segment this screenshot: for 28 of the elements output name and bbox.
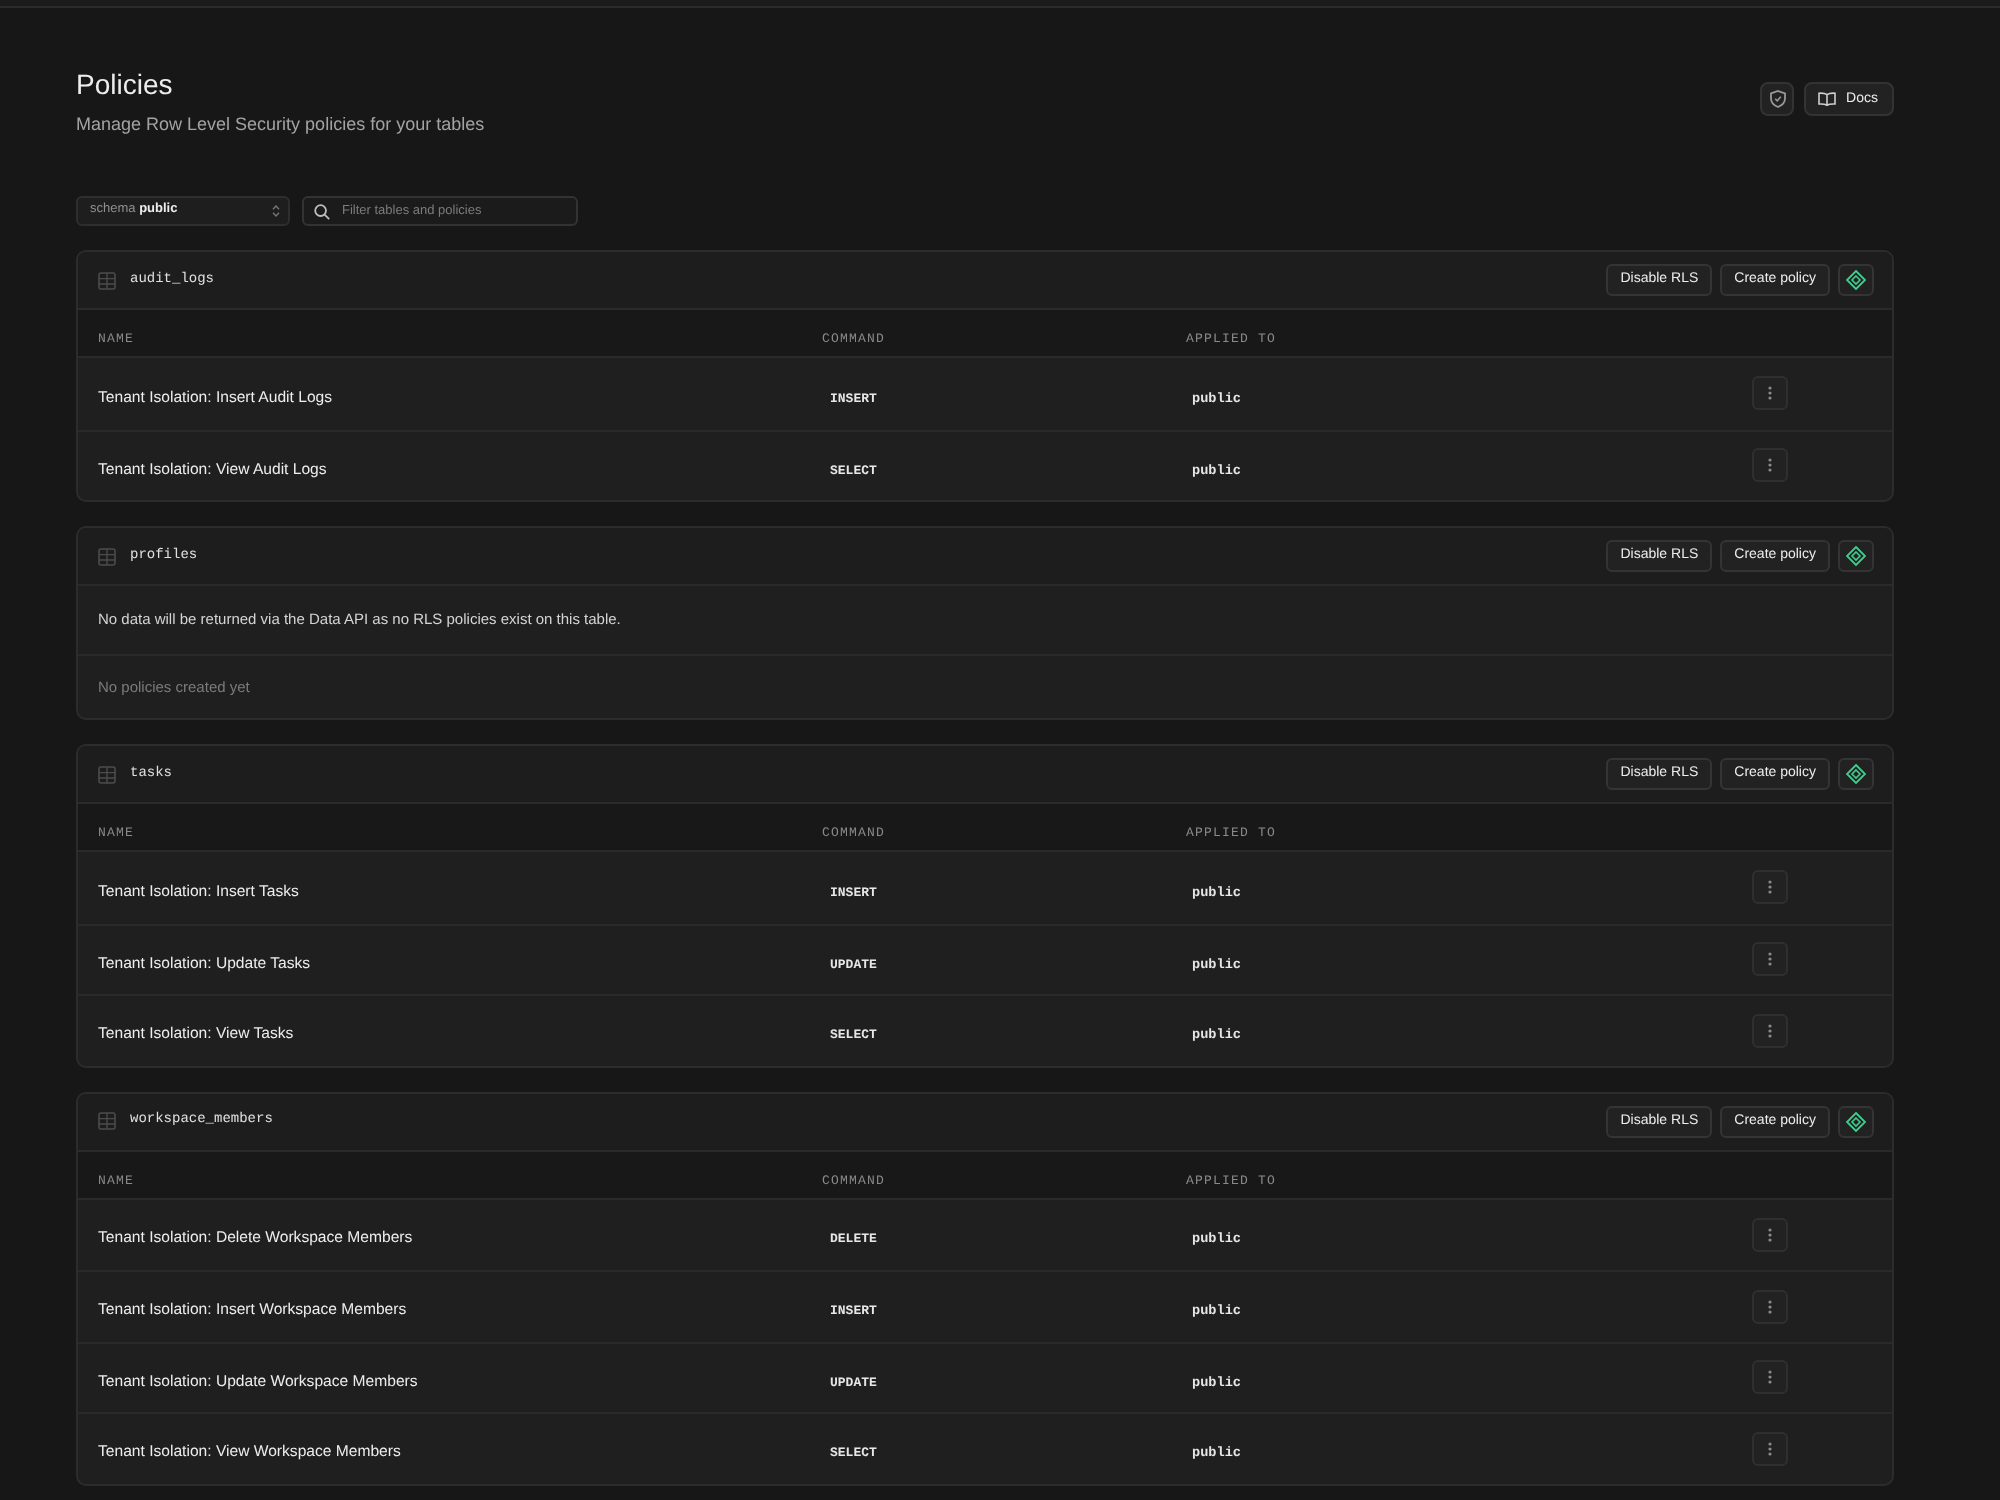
search-icon xyxy=(314,203,330,219)
table-grid-icon xyxy=(98,1112,116,1130)
table-grid-icon xyxy=(98,547,116,565)
more-options-button[interactable] xyxy=(1752,1013,1788,1048)
shield-icon xyxy=(1769,90,1786,108)
more-options-button[interactable] xyxy=(1752,870,1788,905)
more-options-button[interactable] xyxy=(1752,1289,1788,1324)
more-options-button[interactable] xyxy=(1752,942,1788,977)
more-options-button[interactable] xyxy=(1752,1360,1788,1395)
shield-button[interactable] xyxy=(1760,82,1795,116)
page-title: Policies xyxy=(76,68,175,100)
more-options-button[interactable] xyxy=(1752,1431,1788,1466)
diamond-button[interactable] xyxy=(1838,540,1874,572)
diamond-icon xyxy=(1846,270,1866,290)
chevron-up-down-icon xyxy=(272,204,280,218)
diamond-icon xyxy=(1846,764,1866,784)
more-options-button[interactable] xyxy=(1752,1217,1788,1252)
diamond-button[interactable] xyxy=(1838,1105,1874,1137)
diamond-button[interactable] xyxy=(1838,758,1874,790)
diamond-icon xyxy=(1846,1111,1866,1131)
book-icon xyxy=(1818,92,1837,106)
more-options-button[interactable] xyxy=(1752,448,1788,483)
page-subtitle: Manage Row Level Security policies for your tables xyxy=(76,112,485,136)
table-grid-icon xyxy=(98,765,116,783)
diamond-icon xyxy=(1846,546,1866,566)
more-options-button[interactable] xyxy=(1752,376,1788,411)
diamond-button[interactable] xyxy=(1838,264,1874,296)
table-grid-icon xyxy=(98,271,116,289)
